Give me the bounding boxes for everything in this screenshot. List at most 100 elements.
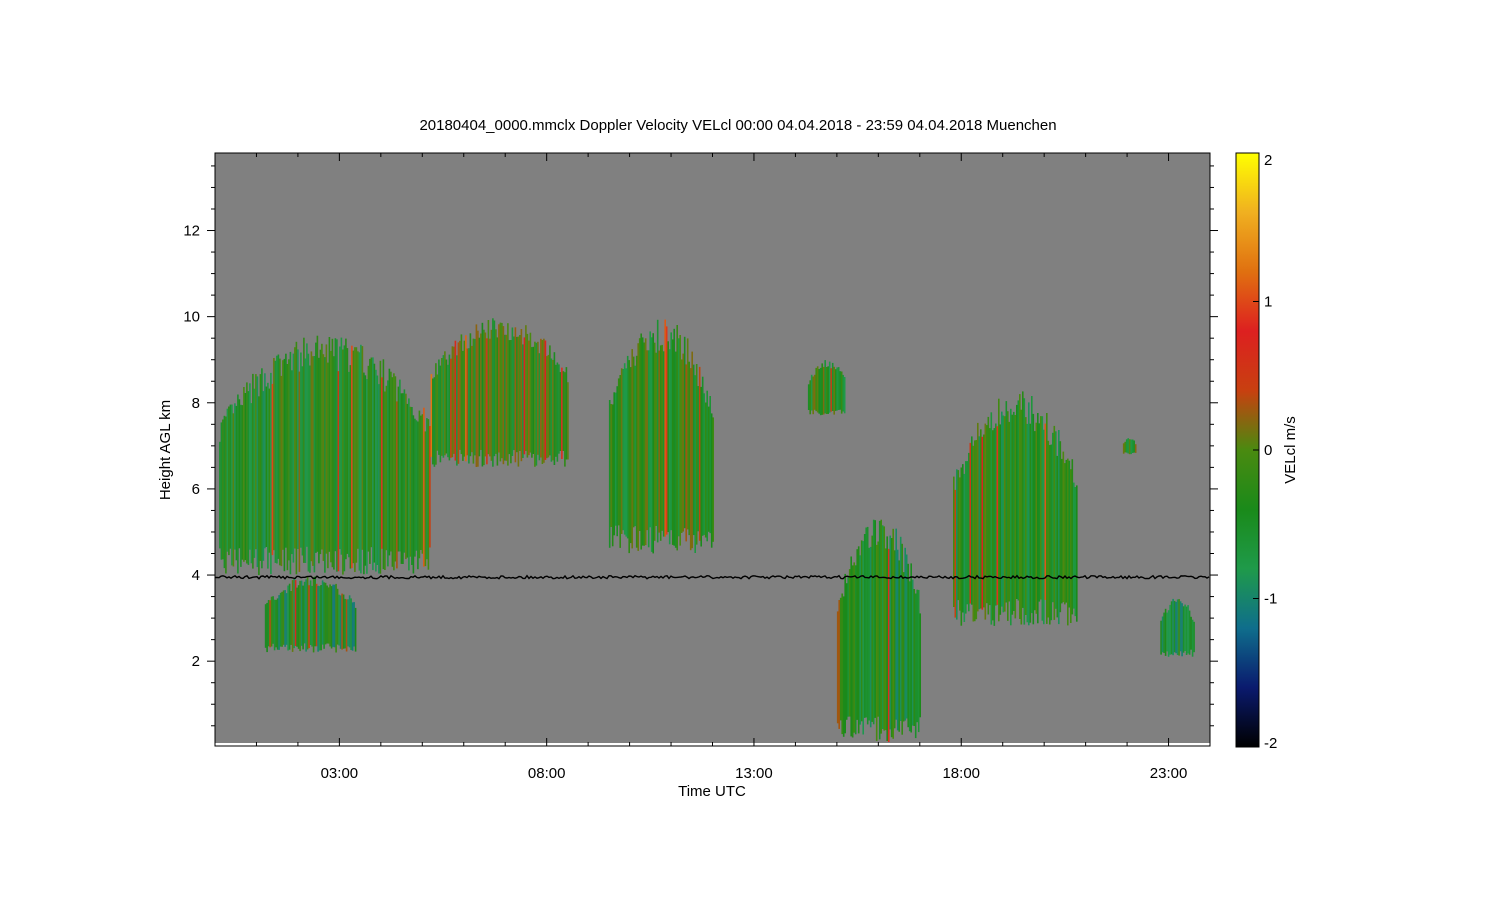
echo-streak (385, 385, 388, 551)
echo-streak (513, 336, 515, 451)
echo-streak (349, 365, 352, 569)
echo-streak (902, 572, 905, 722)
echo-streak (677, 338, 680, 537)
echo-streak (1008, 421, 1011, 602)
echo-streak (351, 602, 354, 651)
echo-streak (343, 345, 346, 572)
echo-streak (619, 375, 621, 548)
echo-streak (330, 586, 333, 649)
echo-streak (685, 364, 687, 542)
echo-streak (701, 376, 704, 536)
echo-streak (399, 379, 401, 552)
echo-streak (283, 358, 286, 572)
echo-streak (327, 587, 330, 644)
echo-streak (247, 391, 250, 565)
echo-streak (322, 354, 325, 561)
echo-streak (469, 333, 472, 457)
echo-streak (977, 422, 979, 612)
echo-streak (969, 442, 972, 604)
echo-streak (831, 362, 834, 411)
echo-streak (555, 364, 557, 457)
echo-streak (267, 382, 269, 569)
echo-streak (519, 335, 521, 451)
echo-streak (1038, 423, 1041, 602)
echo-streak (231, 404, 233, 566)
echo-streak (913, 589, 915, 726)
echo-streak (297, 585, 300, 649)
echo-streak (505, 334, 508, 461)
echo-streak (1160, 620, 1162, 655)
echo-streak (340, 337, 343, 555)
echo-streak (981, 436, 984, 610)
echo-streak (339, 346, 341, 550)
echo-streak (354, 607, 357, 652)
echo-streak (613, 392, 615, 536)
echo-streak (1071, 459, 1074, 615)
echo-streak (472, 338, 475, 464)
echo-streak (298, 371, 301, 572)
echo-streak (411, 407, 413, 565)
echo-streak (1193, 621, 1195, 653)
echo-streak (337, 371, 340, 572)
echo-streak (1122, 443, 1125, 454)
x-tick-label: 03:00 (321, 765, 359, 782)
echo-streak (501, 322, 503, 459)
echo-streak (1050, 444, 1053, 621)
echo-streak (1178, 599, 1180, 656)
echo-streak (529, 332, 532, 453)
echo-streak (965, 461, 967, 614)
echo-streak (327, 362, 329, 569)
echo-streak (901, 543, 903, 735)
echo-streak (370, 357, 373, 548)
echo-streak (987, 416, 990, 615)
echo-streak (975, 440, 978, 620)
echo-streak (526, 333, 529, 458)
colorbar-tick-label: 1 (1264, 294, 1272, 311)
echo-streak (384, 391, 386, 570)
echo-streak (838, 600, 840, 729)
echo-streak (1124, 441, 1126, 453)
echo-streak (261, 368, 263, 569)
echo-streak (237, 394, 239, 574)
echo-streak (514, 327, 517, 463)
echo-streak (709, 396, 711, 534)
echo-streak (1031, 396, 1033, 614)
echo-streak (457, 342, 460, 464)
echo-streak (1062, 451, 1065, 603)
echo-streak (284, 590, 286, 647)
echo-streak (295, 341, 298, 575)
echo-streak (229, 404, 232, 549)
echo-streak (339, 595, 342, 649)
echo-streak (496, 337, 499, 466)
echo-streak (899, 536, 902, 721)
echo-streak (972, 445, 975, 622)
echo-streak (381, 377, 383, 549)
echo-streak (880, 519, 882, 734)
echo-streak (409, 406, 412, 557)
echo-streak (447, 364, 449, 458)
echo-streak (338, 594, 340, 646)
echo-streak (623, 363, 626, 535)
echo-streak (262, 391, 265, 561)
echo-streak (818, 369, 820, 414)
echo-streak (1065, 459, 1068, 603)
echo-streak (265, 386, 268, 547)
echo-streak (279, 592, 282, 647)
echo-streak (445, 359, 448, 454)
echo-streak (842, 374, 844, 412)
echo-streak (486, 338, 488, 465)
echo-streak (275, 599, 277, 648)
echo-streak (281, 591, 283, 647)
echo-streak (471, 345, 473, 453)
echo-streak (387, 380, 389, 567)
echo-streak (394, 376, 397, 562)
echo-streak (959, 477, 961, 611)
echo-streak (664, 319, 666, 537)
echo-streak (1073, 482, 1075, 609)
echo-streak (963, 473, 966, 622)
echo-streak (302, 585, 304, 650)
echo-streak (1020, 409, 1023, 625)
echo-streak (313, 356, 316, 573)
echo-streak (1167, 610, 1170, 657)
echo-streak (369, 358, 371, 564)
